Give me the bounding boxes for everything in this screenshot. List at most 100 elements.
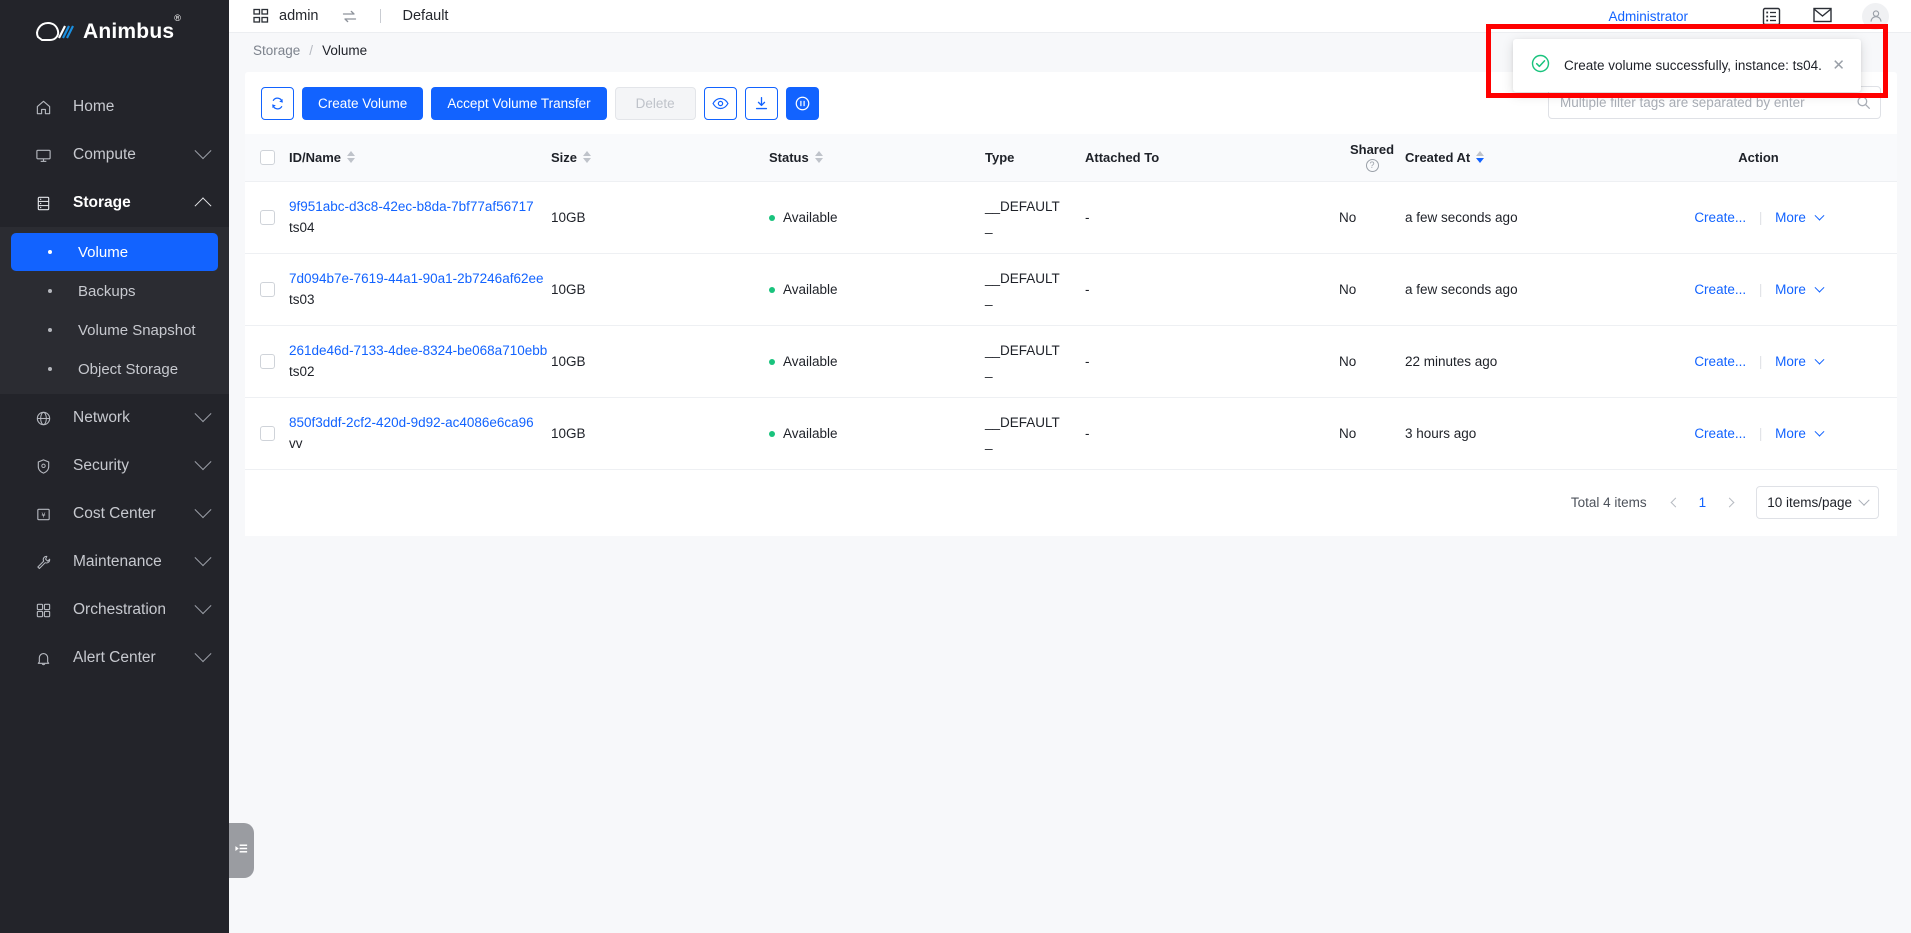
table-row[interactable]: 7d094b7e-7619-44a1-90a1-2b7246af62ee ts0…	[245, 253, 1897, 326]
sidebar-item-label: Cost Center	[73, 505, 156, 522]
column-header-size[interactable]: Size	[551, 134, 769, 182]
blocks-icon	[34, 601, 52, 619]
pagination-page-1[interactable]: 1	[1699, 495, 1707, 510]
column-header-id-name[interactable]: ID/Name	[289, 134, 551, 182]
animbus-cloud-icon	[34, 18, 74, 46]
brand-registered-mark: ®	[174, 13, 182, 23]
eye-icon	[712, 97, 729, 110]
toast-message: Create volume successfully, instance: ts…	[1564, 58, 1822, 73]
shield-icon	[34, 457, 52, 475]
sidebar-item-security[interactable]: Security	[0, 442, 229, 490]
sort-icon[interactable]	[347, 151, 356, 164]
volume-panel: Create Volume Accept Volume Transfer Del…	[245, 72, 1897, 536]
volume-id-link[interactable]: 261de46d-7133-4dee-8324-be068a710ebb	[289, 341, 551, 361]
swap-icon[interactable]	[341, 8, 358, 25]
page-size-select[interactable]: 10 items/page	[1756, 486, 1879, 519]
sidebar-item-alert-center[interactable]: Alert Center	[0, 634, 229, 682]
create-volume-button[interactable]: Create Volume	[302, 86, 424, 120]
pagination-next-button[interactable]	[1718, 492, 1740, 514]
sidebar-nav: Home Compute Storage Volume Backups Volu…	[0, 83, 229, 682]
column-label: Size	[551, 149, 578, 165]
row-action-more[interactable]: More	[1775, 354, 1806, 369]
volume-id-link[interactable]: 850f3ddf-2cf2-420d-9d92-ac4086e6ca96	[289, 413, 551, 433]
chevron-down-icon	[194, 645, 212, 663]
row-action-create[interactable]: Create...	[1694, 210, 1746, 225]
sidebar-item-cost-center[interactable]: ¥ Cost Center	[0, 490, 229, 538]
mail-icon[interactable]	[1813, 7, 1832, 26]
chevron-down-icon[interactable]	[1814, 210, 1825, 221]
sort-icon[interactable]	[1476, 151, 1485, 164]
table-row[interactable]: 261de46d-7133-4dee-8324-be068a710ebb ts0…	[245, 325, 1897, 398]
sidebar-item-maintenance[interactable]: Maintenance	[0, 538, 229, 586]
brand-logo[interactable]: Animbus®	[0, 0, 229, 64]
breadcrumb-separator: /	[309, 43, 314, 58]
home-icon	[34, 98, 52, 116]
row-action-create[interactable]: Create...	[1694, 354, 1746, 369]
view-details-button[interactable]	[703, 86, 737, 120]
sidebar-item-compute[interactable]: Compute	[0, 131, 229, 179]
pagination-prev-button[interactable]	[1665, 492, 1687, 514]
sidebar-item-network[interactable]: Network	[0, 394, 229, 442]
sidebar-item-backups[interactable]: Backups	[11, 272, 218, 310]
volume-id-link[interactable]: 7d094b7e-7619-44a1-90a1-2b7246af62ee	[289, 269, 551, 289]
download-button[interactable]	[744, 86, 778, 120]
chevron-down-icon[interactable]	[1814, 426, 1825, 437]
volume-id-link[interactable]: 9f951abc-d3c8-42ec-b8da-7bf77af56717	[289, 197, 551, 217]
table-row[interactable]: 850f3ddf-2cf2-420d-9d92-ac4086e6ca96 vv …	[245, 397, 1897, 470]
column-header-status[interactable]: Status	[769, 134, 985, 182]
help-icon[interactable]: ?	[1365, 159, 1379, 173]
row-checkbox[interactable]	[260, 425, 275, 441]
top-bar: admin Default Administrator	[229, 0, 1911, 33]
monitor-icon	[34, 146, 52, 164]
row-checkbox[interactable]	[260, 209, 275, 225]
row-action-more[interactable]: More	[1775, 426, 1806, 441]
pause-button[interactable]	[785, 86, 819, 120]
breadcrumb-current: Volume	[322, 43, 368, 58]
action-divider: |	[1758, 209, 1763, 225]
administrator-link[interactable]: Administrator	[1608, 9, 1688, 24]
row-checkbox[interactable]	[260, 353, 275, 369]
list-panel-icon[interactable]	[1762, 7, 1781, 26]
shared-value: No	[1339, 353, 1357, 369]
row-action-more[interactable]: More	[1775, 210, 1806, 225]
chevron-down-icon	[194, 142, 212, 160]
sidebar-item-storage[interactable]: Storage	[0, 179, 229, 227]
chevron-down-icon[interactable]	[1814, 282, 1825, 293]
column-header-created-at[interactable]: Created At	[1405, 134, 1620, 182]
breadcrumb-parent[interactable]: Storage	[253, 43, 300, 58]
shared-value: No	[1339, 209, 1357, 225]
refresh-button[interactable]	[261, 86, 294, 120]
sidebar-item-volume[interactable]: Volume	[11, 233, 218, 271]
row-action-create[interactable]: Create...	[1694, 426, 1746, 441]
pagination: Total 4 items 1 10 items/page	[245, 469, 1897, 536]
globe-icon	[34, 409, 52, 427]
sidebar-item-volume-snapshot[interactable]: Volume Snapshot	[11, 311, 218, 349]
select-all-checkbox[interactable]	[260, 149, 275, 165]
search-icon[interactable]	[1856, 95, 1871, 115]
select-all-header	[245, 134, 289, 182]
collapse-sidebar-button[interactable]	[229, 823, 254, 878]
success-toast: Create volume successfully, instance: ts…	[1513, 39, 1861, 92]
table-row[interactable]: 9f951abc-d3c8-42ec-b8da-7bf77af56717 ts0…	[245, 181, 1897, 254]
sidebar-item-orchestration[interactable]: Orchestration	[0, 586, 229, 634]
current-project[interactable]: admin	[279, 8, 319, 24]
volume-type: __DEFAULT	[985, 198, 1060, 214]
avatar[interactable]	[1862, 2, 1889, 30]
sidebar-item-label: Maintenance	[73, 553, 162, 570]
sort-icon[interactable]	[814, 151, 823, 164]
volume-type-overflow: _	[985, 363, 993, 378]
sidebar-item-object-storage[interactable]: Object Storage	[11, 350, 218, 388]
accept-volume-transfer-button[interactable]: Accept Volume Transfer	[431, 86, 607, 120]
delete-button[interactable]: Delete	[614, 86, 696, 120]
volume-type: __DEFAULT	[985, 414, 1060, 430]
chevron-down-icon[interactable]	[1814, 354, 1825, 365]
current-region[interactable]: Default	[403, 8, 449, 24]
sort-icon[interactable]	[583, 151, 592, 164]
created-at: a few seconds ago	[1405, 281, 1518, 297]
column-header-type: Type	[985, 134, 1085, 182]
row-checkbox[interactable]	[260, 281, 275, 297]
close-icon[interactable]: ✕	[1832, 58, 1845, 73]
row-action-more[interactable]: More	[1775, 282, 1806, 297]
row-action-create[interactable]: Create...	[1694, 282, 1746, 297]
sidebar-item-home[interactable]: Home	[0, 83, 229, 131]
